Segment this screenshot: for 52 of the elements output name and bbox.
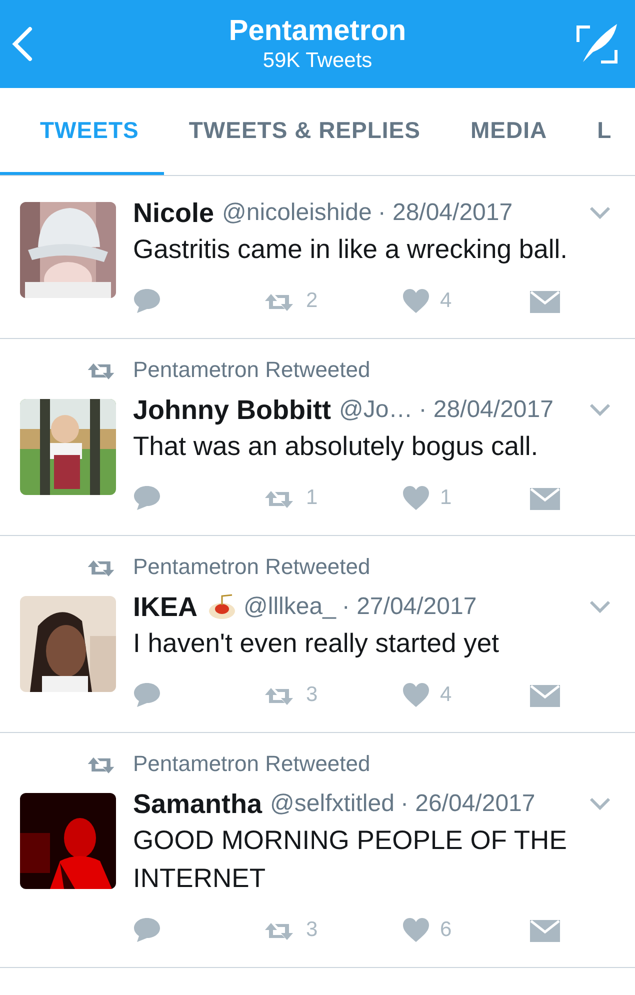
profile-tab[interactable]: MEDIA <box>445 88 572 175</box>
tweet-text: GOOD MORNING PEOPLE OF THE INTERNET <box>133 824 568 895</box>
tweet-date: · 28/04/2017 <box>418 396 554 424</box>
author-handle[interactable]: @nicoleishide <box>222 199 372 227</box>
like-count: 4 <box>440 289 452 313</box>
retweet-count: 3 <box>306 918 318 942</box>
reply-icon[interactable] <box>133 917 161 943</box>
mail-icon[interactable] <box>530 683 560 707</box>
author-name[interactable]: IKEA <box>133 592 198 622</box>
tweet-date: · 28/04/2017 <box>378 199 513 227</box>
author-handle[interactable]: @lllkea_ <box>244 593 336 621</box>
tweet-date: · 27/04/2017 <box>342 593 477 621</box>
back-icon[interactable] <box>10 26 34 62</box>
tweet-count: 59K Tweets <box>262 48 372 74</box>
chevron-down-icon[interactable] <box>589 797 611 811</box>
mail-icon[interactable] <box>530 918 560 942</box>
spaghetti-icon <box>208 593 236 621</box>
chevron-down-icon[interactable] <box>589 206 611 220</box>
tweet-text: I haven't even really started yet <box>133 627 500 660</box>
heart-icon[interactable] <box>402 917 430 943</box>
chevron-down-icon[interactable] <box>589 403 611 417</box>
profile-tab[interactable]: TWEETS & REPLIES <box>164 88 446 175</box>
tweet-text: Gastritis came in like a wrecking ball. <box>133 233 568 266</box>
retweeted-label: Pentametron Retweeted <box>133 751 370 777</box>
retweet-count: 3 <box>306 683 318 707</box>
chevron-down-icon[interactable] <box>589 600 611 614</box>
author-handle[interactable]: @selfxtitled <box>270 790 394 818</box>
compose-icon[interactable] <box>575 22 619 66</box>
retweeted-label: Pentametron Retweeted <box>133 554 370 580</box>
like-count: 6 <box>440 918 452 942</box>
like-count: 4 <box>440 683 452 707</box>
author-name[interactable]: Samantha <box>133 788 262 820</box>
mail-icon[interactable] <box>530 289 560 313</box>
heart-icon[interactable] <box>402 682 430 708</box>
reply-icon[interactable] <box>133 485 161 511</box>
profile-tab[interactable]: L <box>572 88 635 175</box>
author-name[interactable]: Nicole <box>133 198 214 228</box>
author-name[interactable]: Johnny Bobbitt <box>133 394 331 426</box>
mail-icon[interactable] <box>530 486 560 510</box>
retweet-count: 2 <box>306 289 318 313</box>
author-handle[interactable]: @Jo… <box>338 396 413 424</box>
heart-icon[interactable] <box>402 485 430 511</box>
heart-icon[interactable] <box>402 288 430 314</box>
tweet-date: · 26/04/2017 <box>400 790 536 818</box>
retweet-count: 1 <box>306 486 318 510</box>
profile-tab[interactable]: TWEETS <box>0 88 164 175</box>
reply-icon[interactable] <box>133 682 161 708</box>
like-count: 1 <box>440 486 452 510</box>
retweeted-label: Pentametron Retweeted <box>133 357 370 383</box>
reply-icon[interactable] <box>133 288 161 314</box>
tweet-text: That was an absolutely bogus call. <box>133 430 540 463</box>
profile-title: Pentametron <box>228 14 406 48</box>
